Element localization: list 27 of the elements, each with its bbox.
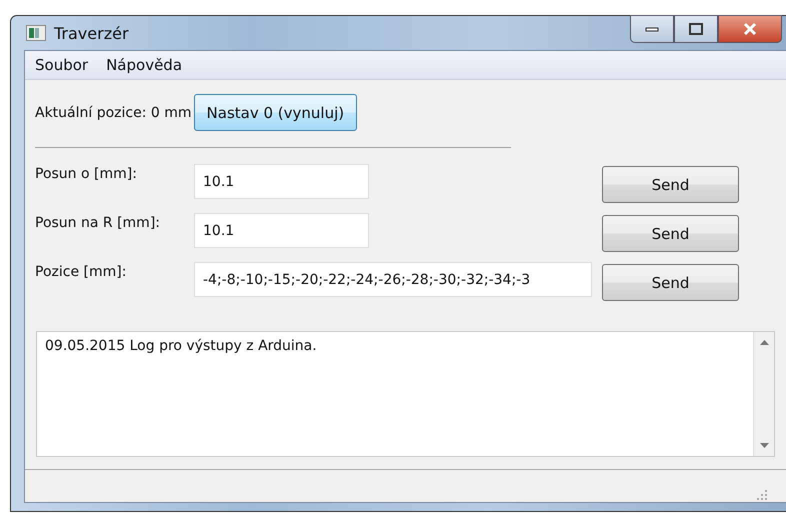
maximize-button[interactable]: [674, 15, 718, 43]
window-title: Traverzér: [54, 24, 129, 42]
log-area[interactable]: 09.05.2015 Log pro výstupy z Arduina.: [36, 331, 775, 457]
send-button[interactable]: Send: [602, 166, 739, 203]
send-button[interactable]: Send: [602, 264, 739, 301]
field-label: Pozice [mm]:: [35, 263, 128, 280]
input-field[interactable]: -4;-8;-10;-15;-20;-22;-24;-26;-28;-30;-32;-34;-3: [194, 262, 592, 297]
scroll-down-icon[interactable]: [760, 443, 768, 448]
send-button[interactable]: Send: [602, 215, 739, 252]
field-label: Posun na R [mm]:: [35, 214, 161, 231]
scrollbar[interactable]: [753, 332, 774, 456]
resize-grip-icon[interactable]: [757, 490, 767, 500]
menu-item[interactable]: Soubor: [29, 54, 94, 76]
minimize-icon: [645, 26, 659, 32]
log-text: 09.05.2015 Log pro výstupy z Arduina.: [45, 338, 317, 354]
input-field[interactable]: 10.1: [194, 164, 369, 199]
field-label: Posun o [mm]:: [35, 165, 138, 182]
close-button[interactable]: [718, 15, 782, 43]
app-icon: [26, 25, 46, 41]
position-label: Aktuální pozice: 0 mm: [35, 104, 192, 120]
input-field[interactable]: 10.1: [194, 213, 369, 248]
scroll-up-icon[interactable]: [760, 340, 768, 345]
close-icon: [742, 22, 758, 36]
maximize-icon: [689, 23, 703, 35]
menu-item[interactable]: Nápověda: [100, 54, 188, 76]
minimize-button[interactable]: [630, 15, 674, 43]
reset-button[interactable]: Nastav 0 (vynuluj): [194, 94, 358, 131]
